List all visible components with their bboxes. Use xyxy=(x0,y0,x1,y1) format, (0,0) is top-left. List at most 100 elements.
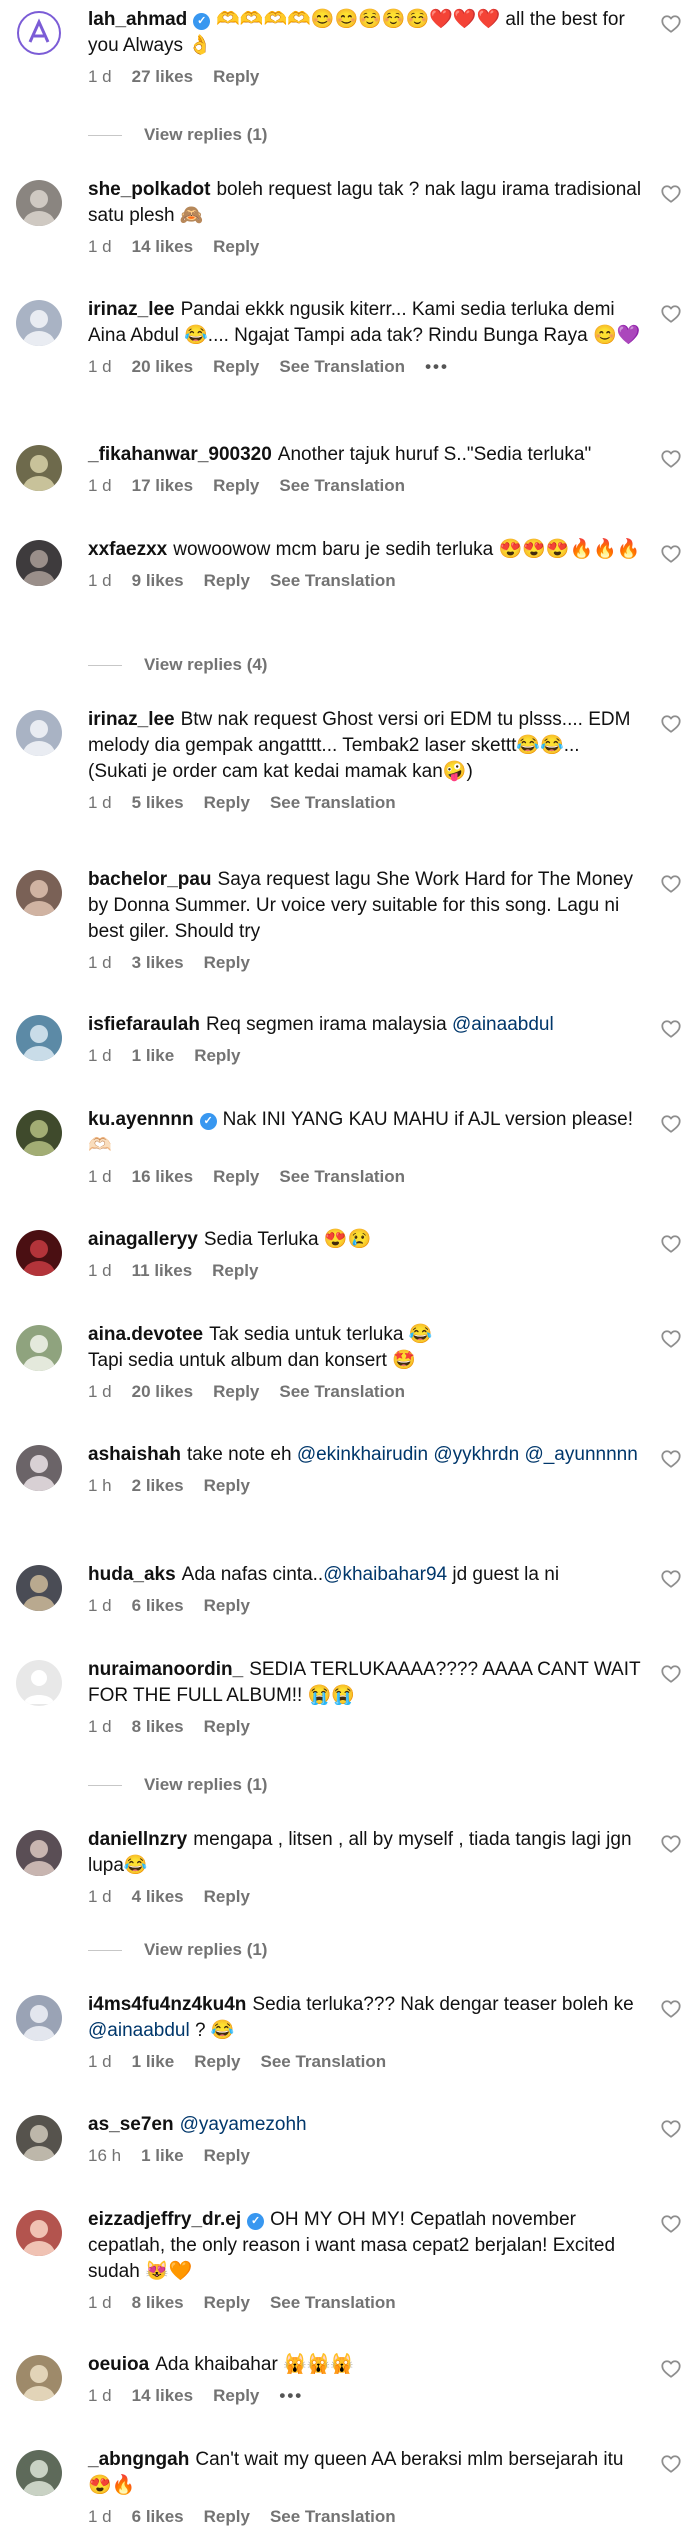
avatar[interactable] xyxy=(16,2210,62,2256)
view-replies-button[interactable]: View replies (1) xyxy=(88,1775,267,1795)
reply-button[interactable]: Reply xyxy=(204,1596,250,1615)
reply-button[interactable]: Reply xyxy=(204,2146,250,2165)
see-translation-button[interactable]: See Translation xyxy=(279,1382,405,1401)
like-heart-icon[interactable] xyxy=(660,2213,682,2235)
likes-count[interactable]: 14 likes xyxy=(132,2386,193,2405)
username[interactable]: irinaz_lee xyxy=(88,299,175,320)
like-heart-icon[interactable] xyxy=(660,1833,682,1855)
username[interactable]: eizzadjeffry_dr.ej xyxy=(88,2209,241,2230)
likes-count[interactable]: 6 likes xyxy=(132,1596,184,1615)
avatar[interactable] xyxy=(16,1660,62,1706)
username[interactable]: she_polkadot xyxy=(88,179,210,200)
avatar[interactable] xyxy=(16,2450,62,2496)
username[interactable]: oeuioa xyxy=(88,2354,149,2375)
reply-button[interactable]: Reply xyxy=(213,476,259,495)
view-replies-button[interactable]: View replies (4) xyxy=(88,655,267,675)
username[interactable]: isfiefaraulah xyxy=(88,1014,200,1035)
mention-link[interactable]: @_ayunnnnn xyxy=(524,1444,637,1465)
like-heart-icon[interactable] xyxy=(660,1448,682,1470)
reply-button[interactable]: Reply xyxy=(212,1261,258,1280)
reply-button[interactable]: Reply xyxy=(213,67,259,86)
like-heart-icon[interactable] xyxy=(660,2358,682,2380)
username[interactable]: xxfaezxx xyxy=(88,539,167,560)
reply-button[interactable]: Reply xyxy=(194,2052,240,2071)
username[interactable]: lah_ahmad xyxy=(88,9,187,30)
see-translation-button[interactable]: See Translation xyxy=(270,2507,396,2526)
like-heart-icon[interactable] xyxy=(660,1568,682,1590)
mention-link[interactable]: @yykhrdn xyxy=(433,1444,519,1465)
likes-count[interactable]: 1 like xyxy=(132,2052,175,2071)
mention-link[interactable]: @ekinkhairudin xyxy=(297,1444,428,1465)
reply-button[interactable]: Reply xyxy=(213,1382,259,1401)
mention-link[interactable]: @yayamezohh xyxy=(180,2114,307,2135)
likes-count[interactable]: 3 likes xyxy=(132,953,184,972)
likes-count[interactable]: 5 likes xyxy=(132,793,184,812)
avatar[interactable] xyxy=(16,445,62,491)
username[interactable]: bachelor_pau xyxy=(88,869,212,890)
like-heart-icon[interactable] xyxy=(660,1113,682,1135)
likes-count[interactable]: 6 likes xyxy=(132,2507,184,2526)
avatar[interactable] xyxy=(16,2355,62,2401)
avatar[interactable] xyxy=(16,870,62,916)
username[interactable]: daniellnzry xyxy=(88,1829,187,1850)
see-translation-button[interactable]: See Translation xyxy=(260,2052,386,2071)
avatar[interactable] xyxy=(16,1445,62,1491)
reply-button[interactable]: Reply xyxy=(204,793,250,812)
like-heart-icon[interactable] xyxy=(660,1018,682,1040)
mention-link[interactable]: @ainaabdul xyxy=(452,1014,554,1035)
like-heart-icon[interactable] xyxy=(660,303,682,325)
likes-count[interactable]: 14 likes xyxy=(132,237,193,256)
avatar[interactable] xyxy=(16,1995,62,2041)
more-options-icon[interactable]: ••• xyxy=(279,2386,303,2405)
like-heart-icon[interactable] xyxy=(660,183,682,205)
username[interactable]: _abngngah xyxy=(88,2449,189,2470)
more-options-icon[interactable]: ••• xyxy=(425,357,449,376)
likes-count[interactable]: 17 likes xyxy=(132,476,193,495)
likes-count[interactable]: 2 likes xyxy=(132,1476,184,1495)
reply-button[interactable]: Reply xyxy=(213,2386,259,2405)
username[interactable]: nuraimanoordin_ xyxy=(88,1659,243,1680)
see-translation-button[interactable]: See Translation xyxy=(270,793,396,812)
username[interactable]: ku.ayennnn xyxy=(88,1109,194,1130)
like-heart-icon[interactable] xyxy=(660,873,682,895)
mention-link[interactable]: @ainaabdul xyxy=(88,2020,190,2041)
reply-button[interactable]: Reply xyxy=(204,1887,250,1906)
username[interactable]: as_se7en xyxy=(88,2114,174,2135)
like-heart-icon[interactable] xyxy=(660,448,682,470)
avatar[interactable] xyxy=(16,540,62,586)
likes-count[interactable]: 27 likes xyxy=(132,67,193,86)
avatar[interactable] xyxy=(16,1325,62,1371)
like-heart-icon[interactable] xyxy=(660,1328,682,1350)
username[interactable]: ainagalleryy xyxy=(88,1229,198,1250)
username[interactable]: aina.devotee xyxy=(88,1324,203,1345)
avatar[interactable] xyxy=(16,1110,62,1156)
reply-button[interactable]: Reply xyxy=(204,953,250,972)
avatar[interactable] xyxy=(16,10,62,56)
likes-count[interactable]: 4 likes xyxy=(132,1887,184,1906)
reply-button[interactable]: Reply xyxy=(213,357,259,376)
avatar[interactable] xyxy=(16,1830,62,1876)
username[interactable]: irinaz_lee xyxy=(88,709,175,730)
reply-button[interactable]: Reply xyxy=(204,571,250,590)
see-translation-button[interactable]: See Translation xyxy=(279,476,405,495)
likes-count[interactable]: 9 likes xyxy=(132,571,184,590)
avatar[interactable] xyxy=(16,1230,62,1276)
avatar[interactable] xyxy=(16,180,62,226)
like-heart-icon[interactable] xyxy=(660,2453,682,2475)
mention-link[interactable]: @khaibahar94 xyxy=(323,1564,447,1585)
reply-button[interactable]: Reply xyxy=(204,1476,250,1495)
reply-button[interactable]: Reply xyxy=(204,2507,250,2526)
likes-count[interactable]: 8 likes xyxy=(132,1717,184,1736)
see-translation-button[interactable]: See Translation xyxy=(279,1167,405,1186)
like-heart-icon[interactable] xyxy=(660,1663,682,1685)
reply-button[interactable]: Reply xyxy=(204,2293,250,2312)
likes-count[interactable]: 20 likes xyxy=(132,357,193,376)
likes-count[interactable]: 1 like xyxy=(132,1046,175,1065)
like-heart-icon[interactable] xyxy=(660,713,682,735)
see-translation-button[interactable]: See Translation xyxy=(279,357,405,376)
like-heart-icon[interactable] xyxy=(660,1998,682,2020)
username[interactable]: i4ms4fu4nz4ku4n xyxy=(88,1994,246,2015)
likes-count[interactable]: 1 like xyxy=(141,2146,184,2165)
see-translation-button[interactable]: See Translation xyxy=(270,2293,396,2312)
avatar[interactable] xyxy=(16,710,62,756)
